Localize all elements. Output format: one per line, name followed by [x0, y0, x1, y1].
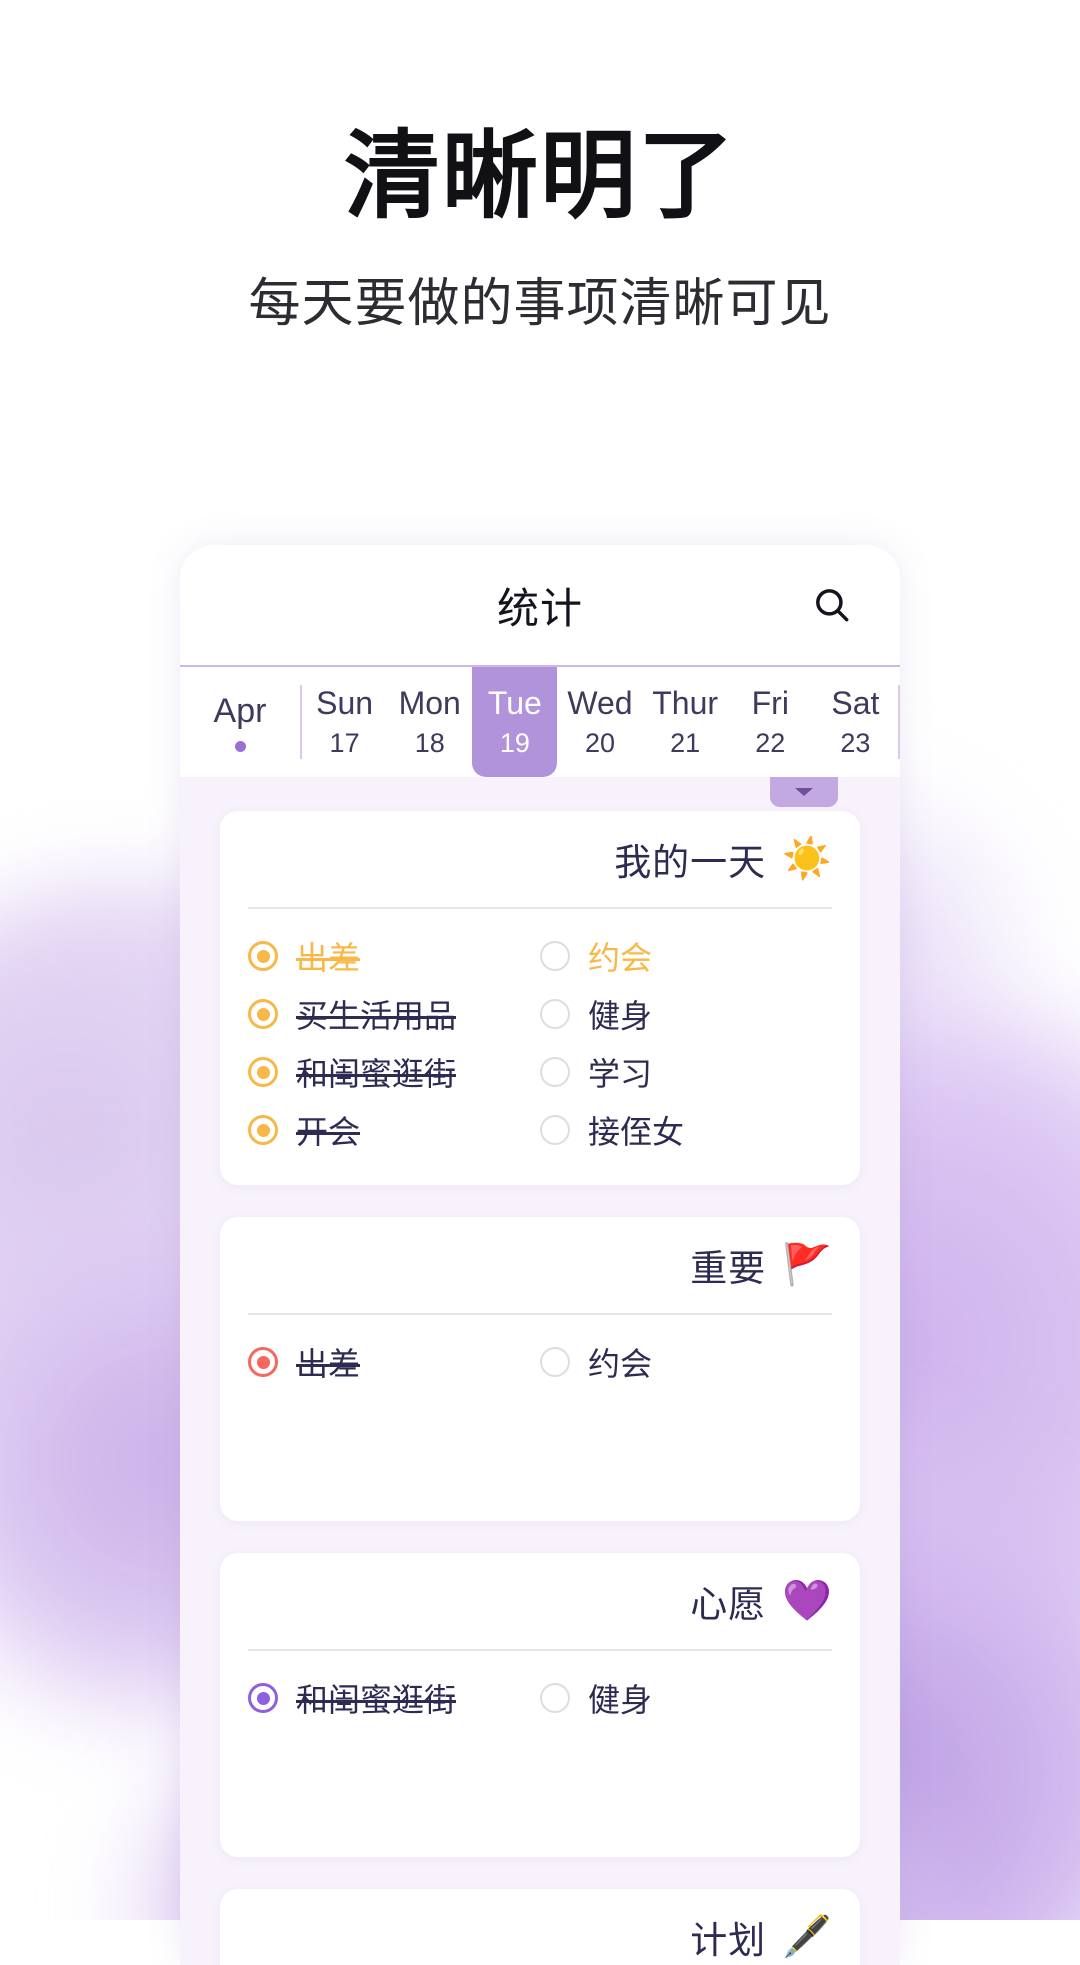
todo-item[interactable]: 开会	[248, 1101, 540, 1159]
todo-grid: 和闺蜜逛街 健身	[248, 1669, 832, 1727]
checkbox-unchecked-icon[interactable]	[540, 1683, 570, 1713]
card-header: 计划 🖋️	[248, 1889, 832, 1965]
page-subtitle: 每天要做的事项清晰可见	[248, 275, 832, 334]
todo-label: 健身	[588, 998, 653, 1034]
day-of-week-label: Wed	[567, 685, 633, 721]
todo-item[interactable]: 出差	[248, 1333, 540, 1391]
card-header: 我的一天 ☀️	[248, 811, 832, 907]
divider	[248, 1313, 832, 1315]
divider	[248, 907, 832, 909]
checkbox-unchecked-icon[interactable]	[540, 999, 570, 1029]
day-cell-mon[interactable]: Mon 18	[387, 667, 472, 777]
day-of-week-label: Sun	[316, 685, 374, 721]
day-of-week-label: Tue	[487, 685, 542, 721]
hero-section: 清晰明了 每天要做的事项清晰可见	[0, 120, 1080, 336]
day-of-week-label: Fri	[751, 685, 789, 721]
month-indicator[interactable]: Apr	[180, 667, 300, 777]
day-of-week-label: Thur	[652, 685, 719, 721]
card-header: 心愿 💜	[248, 1553, 832, 1649]
todo-item[interactable]: 健身	[540, 985, 832, 1043]
todo-grid: 出差 约会	[248, 1333, 832, 1391]
day-of-week-label: Mon	[398, 685, 461, 721]
day-cell-sun[interactable]: Sun 17	[302, 667, 387, 777]
category-card: 心愿 💜 和闺蜜逛街 健身	[220, 1553, 860, 1857]
day-number-label: 23	[840, 728, 871, 758]
checkbox-unchecked-icon[interactable]	[540, 941, 570, 971]
phone-mockup: 统计 Apr Sun 17 Mon 18 Tue 19 Wed 20 Thur 21 Fri 22 Sa…	[180, 545, 900, 1965]
checkbox-checked-icon[interactable]	[248, 1057, 278, 1087]
checkbox-unchecked-icon[interactable]	[540, 1057, 570, 1087]
todo-label: 学习	[588, 1056, 653, 1092]
day-cell-tue[interactable]: Tue 19	[472, 667, 558, 777]
card-title: 计划	[690, 1920, 767, 1961]
todo-label: 约会	[588, 940, 653, 976]
checkbox-checked-icon[interactable]	[248, 1115, 278, 1145]
category-card: 计划🖋️开会学习买生活用品	[220, 1889, 860, 1965]
heart-icon: 💜	[782, 1579, 832, 1623]
app-title: 统计	[496, 584, 583, 632]
chevron-down-icon[interactable]	[770, 777, 838, 807]
todo-grid: 出差 约会买生活用品 健身和闺蜜逛街 学习开会 接侄女	[248, 927, 832, 1159]
todo-item[interactable]: 和闺蜜逛街	[248, 1043, 540, 1101]
todo-item[interactable]: 学习	[540, 1043, 832, 1101]
card-header: 重要 🚩	[248, 1217, 832, 1313]
todo-label: 和闺蜜逛街	[296, 1682, 457, 1718]
todo-label: 和闺蜜逛街	[296, 1056, 457, 1092]
sun-icon: ☀️	[782, 837, 832, 881]
todo-item[interactable]: 买生活用品	[248, 985, 540, 1043]
day-of-week-label: Sat	[831, 685, 880, 721]
card-title: 重要	[690, 1248, 767, 1289]
date-strip[interactable]: Apr Sun 17 Mon 18 Tue 19 Wed 20 Thur 21 Fri 22 Sat 23	[180, 665, 900, 777]
todo-item[interactable]: 约会	[540, 1333, 832, 1391]
card-title: 心愿	[690, 1584, 767, 1625]
page-title: 清晰明了	[344, 123, 736, 230]
card-spacer	[248, 1727, 832, 1831]
card-title: 我的一天	[614, 842, 767, 883]
card-spacer	[248, 1391, 832, 1495]
todo-label: 买生活用品	[296, 998, 457, 1034]
todo-label: 健身	[588, 1682, 653, 1718]
todo-item[interactable]: 接侄女	[540, 1101, 832, 1159]
checkbox-unchecked-icon[interactable]	[540, 1115, 570, 1145]
todo-label: 出差	[296, 940, 361, 976]
todo-label: 出差	[296, 1346, 361, 1382]
category-card: 重要 🚩 出差 约会	[220, 1217, 860, 1521]
day-cell-fri[interactable]: Fri 22	[728, 667, 813, 777]
checkbox-checked-icon[interactable]	[248, 1683, 278, 1713]
month-label: Apr	[213, 692, 267, 730]
todo-label: 开会	[296, 1114, 361, 1150]
day-cell-wed[interactable]: Wed 20	[557, 667, 642, 777]
category-card: 我的一天 ☀️ 出差 约会买生活用品 健身和闺蜜逛街 学习开会 接侄女	[220, 811, 860, 1185]
todo-label: 接侄女	[588, 1114, 685, 1150]
todo-label: 约会	[588, 1346, 653, 1382]
checkbox-unchecked-icon[interactable]	[540, 1347, 570, 1377]
checkbox-checked-icon[interactable]	[248, 1347, 278, 1377]
todo-item[interactable]: 和闺蜜逛街	[248, 1669, 540, 1727]
todo-item[interactable]: 健身	[540, 1669, 832, 1727]
todo-item[interactable]: 出差	[248, 927, 540, 985]
day-number-label: 22	[755, 728, 786, 758]
day-cell-thur[interactable]: Thur 21	[643, 667, 728, 777]
todo-item[interactable]: 约会	[540, 927, 832, 985]
pen-nib-icon: 🖋️	[782, 1915, 832, 1959]
day-cell-sat[interactable]: Sat 23	[813, 667, 898, 777]
search-icon[interactable]	[806, 579, 858, 631]
day-number-label: 18	[414, 728, 445, 758]
checkbox-checked-icon[interactable]	[248, 941, 278, 971]
day-number-label: 20	[584, 728, 616, 758]
day-number-label: 21	[670, 728, 701, 758]
flag-icon: 🚩	[782, 1243, 832, 1287]
divider	[898, 685, 900, 759]
day-number-label: 17	[329, 728, 360, 758]
month-dot-icon	[234, 741, 246, 752]
app-header: 统计	[180, 545, 900, 665]
day-number-label: 19	[499, 728, 530, 758]
app-body: 我的一天 ☀️ 出差 约会 买生活用品 健身 和闺蜜逛街 学习 开会 接侄女 重要 🚩 出差 约会 心愿 💜 和…	[180, 777, 900, 1965]
day-list[interactable]: Sun 17 Mon 18 Tue 19 Wed 20 Thur 21 Fri 22 Sat 23	[302, 667, 898, 777]
divider	[248, 1649, 832, 1651]
checkbox-checked-icon[interactable]	[248, 999, 278, 1029]
card-list: 我的一天 ☀️ 出差 约会 买生活用品 健身 和闺蜜逛街 学习 开会 接侄女 重要 🚩 出差 约会 心愿 💜 和…	[180, 777, 900, 1965]
